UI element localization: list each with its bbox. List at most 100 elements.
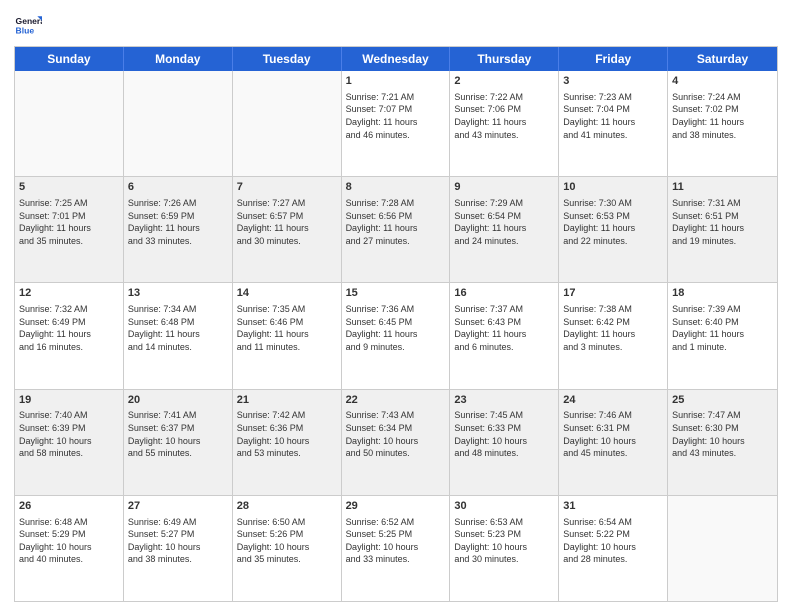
day-number: 29	[346, 499, 446, 514]
cell-info: Sunrise: 7:24 AM Sunset: 7:02 PM Dayligh…	[672, 91, 773, 141]
calendar-row-0: 1 Sunrise: 7:21 AM Sunset: 7:07 PM Daylig…	[15, 71, 777, 177]
calendar-cell: 28 Sunrise: 6:50 AM Sunset: 5:26 PM Dayli…	[233, 496, 342, 601]
calendar: SundayMondayTuesdayWednesdayThursdayFrid…	[14, 46, 778, 602]
day-number: 16	[454, 286, 554, 301]
calendar-cell: 3 Sunrise: 7:23 AM Sunset: 7:04 PM Daylig…	[559, 71, 668, 176]
calendar-cell: 20Sunrise: 7:41 AM Sunset: 6:37 PM Dayli…	[124, 390, 233, 495]
calendar-cell: 24Sunrise: 7:46 AM Sunset: 6:31 PM Dayli…	[559, 390, 668, 495]
day-number: 28	[237, 499, 337, 514]
day-number: 5	[19, 180, 119, 195]
day-number: 3	[563, 74, 663, 89]
day-header-sunday: Sunday	[15, 47, 124, 71]
svg-text:General: General	[16, 16, 42, 26]
cell-info: Sunrise: 7:46 AM Sunset: 6:31 PM Dayligh…	[563, 409, 663, 459]
day-number: 15	[346, 286, 446, 301]
day-number: 2	[454, 74, 554, 89]
day-number: 14	[237, 286, 337, 301]
day-number: 31	[563, 499, 663, 514]
day-header-friday: Friday	[559, 47, 668, 71]
day-number: 19	[19, 393, 119, 408]
day-number: 9	[454, 180, 554, 195]
cell-info: Sunrise: 7:22 AM Sunset: 7:06 PM Dayligh…	[454, 91, 554, 141]
cell-info: Sunrise: 6:52 AM Sunset: 5:25 PM Dayligh…	[346, 516, 446, 566]
cell-info: Sunrise: 7:36 AM Sunset: 6:45 PM Dayligh…	[346, 303, 446, 353]
cell-info: Sunrise: 7:40 AM Sunset: 6:39 PM Dayligh…	[19, 409, 119, 459]
day-number: 25	[672, 393, 773, 408]
day-number: 8	[346, 180, 446, 195]
calendar-cell: 4 Sunrise: 7:24 AM Sunset: 7:02 PM Daylig…	[668, 71, 777, 176]
day-header-saturday: Saturday	[668, 47, 777, 71]
day-number: 10	[563, 180, 663, 195]
calendar-cell: 1 Sunrise: 7:21 AM Sunset: 7:07 PM Daylig…	[342, 71, 451, 176]
page-container: General Blue SundayMondayTuesdayWednesda…	[0, 0, 792, 612]
cell-info: Sunrise: 7:29 AM Sunset: 6:54 PM Dayligh…	[454, 197, 554, 247]
calendar-cell: 9 Sunrise: 7:29 AM Sunset: 6:54 PM Daylig…	[450, 177, 559, 282]
day-header-tuesday: Tuesday	[233, 47, 342, 71]
cell-info: Sunrise: 7:28 AM Sunset: 6:56 PM Dayligh…	[346, 197, 446, 247]
day-number: 23	[454, 393, 554, 408]
calendar-cell: 11Sunrise: 7:31 AM Sunset: 6:51 PM Dayli…	[668, 177, 777, 282]
day-number: 6	[128, 180, 228, 195]
day-number: 7	[237, 180, 337, 195]
calendar-cell: 23Sunrise: 7:45 AM Sunset: 6:33 PM Dayli…	[450, 390, 559, 495]
cell-info: Sunrise: 7:39 AM Sunset: 6:40 PM Dayligh…	[672, 303, 773, 353]
calendar-row-3: 19Sunrise: 7:40 AM Sunset: 6:39 PM Dayli…	[15, 390, 777, 496]
cell-info: Sunrise: 7:47 AM Sunset: 6:30 PM Dayligh…	[672, 409, 773, 459]
calendar-cell: 13Sunrise: 7:34 AM Sunset: 6:48 PM Dayli…	[124, 283, 233, 388]
calendar-cell: 16Sunrise: 7:37 AM Sunset: 6:43 PM Dayli…	[450, 283, 559, 388]
calendar-cell: 27Sunrise: 6:49 AM Sunset: 5:27 PM Dayli…	[124, 496, 233, 601]
cell-info: Sunrise: 7:43 AM Sunset: 6:34 PM Dayligh…	[346, 409, 446, 459]
calendar-cell: 8 Sunrise: 7:28 AM Sunset: 6:56 PM Daylig…	[342, 177, 451, 282]
cell-info: Sunrise: 7:31 AM Sunset: 6:51 PM Dayligh…	[672, 197, 773, 247]
calendar-cell: 6Sunrise: 7:26 AM Sunset: 6:59 PM Daylig…	[124, 177, 233, 282]
cell-info: Sunrise: 6:49 AM Sunset: 5:27 PM Dayligh…	[128, 516, 228, 566]
day-header-wednesday: Wednesday	[342, 47, 451, 71]
cell-info: Sunrise: 7:42 AM Sunset: 6:36 PM Dayligh…	[237, 409, 337, 459]
calendar-cell	[668, 496, 777, 601]
calendar-cell	[233, 71, 342, 176]
calendar-cell: 2 Sunrise: 7:22 AM Sunset: 7:06 PM Daylig…	[450, 71, 559, 176]
calendar-cell: 7Sunrise: 7:27 AM Sunset: 6:57 PM Daylig…	[233, 177, 342, 282]
cell-info: Sunrise: 7:32 AM Sunset: 6:49 PM Dayligh…	[19, 303, 119, 353]
calendar-cell: 14 Sunrise: 7:35 AM Sunset: 6:46 PM Dayli…	[233, 283, 342, 388]
cell-info: Sunrise: 6:50 AM Sunset: 5:26 PM Dayligh…	[237, 516, 337, 566]
calendar-cell: 31Sunrise: 6:54 AM Sunset: 5:22 PM Dayli…	[559, 496, 668, 601]
day-number: 22	[346, 393, 446, 408]
calendar-row-4: 26 Sunrise: 6:48 AM Sunset: 5:29 PM Dayli…	[15, 496, 777, 601]
day-number: 12	[19, 286, 119, 301]
calendar-cell: 5Sunrise: 7:25 AM Sunset: 7:01 PM Daylig…	[15, 177, 124, 282]
day-number: 26	[19, 499, 119, 514]
calendar-cell: 12 Sunrise: 7:32 AM Sunset: 6:49 PM Dayli…	[15, 283, 124, 388]
day-header-thursday: Thursday	[450, 47, 559, 71]
day-number: 18	[672, 286, 773, 301]
cell-info: Sunrise: 7:45 AM Sunset: 6:33 PM Dayligh…	[454, 409, 554, 459]
cell-info: Sunrise: 7:38 AM Sunset: 6:42 PM Dayligh…	[563, 303, 663, 353]
calendar-cell: 18 Sunrise: 7:39 AM Sunset: 6:40 PM Dayli…	[668, 283, 777, 388]
calendar-row-1: 5Sunrise: 7:25 AM Sunset: 7:01 PM Daylig…	[15, 177, 777, 283]
svg-text:Blue: Blue	[16, 25, 35, 35]
logo-icon: General Blue	[14, 10, 42, 38]
cell-info: Sunrise: 7:35 AM Sunset: 6:46 PM Dayligh…	[237, 303, 337, 353]
cell-info: Sunrise: 7:34 AM Sunset: 6:48 PM Dayligh…	[128, 303, 228, 353]
calendar-cell: 21Sunrise: 7:42 AM Sunset: 6:36 PM Dayli…	[233, 390, 342, 495]
day-number: 1	[346, 74, 446, 89]
day-header-monday: Monday	[124, 47, 233, 71]
logo: General Blue	[14, 10, 46, 38]
cell-info: Sunrise: 6:53 AM Sunset: 5:23 PM Dayligh…	[454, 516, 554, 566]
cell-info: Sunrise: 7:21 AM Sunset: 7:07 PM Dayligh…	[346, 91, 446, 141]
calendar-cell: 25Sunrise: 7:47 AM Sunset: 6:30 PM Dayli…	[668, 390, 777, 495]
calendar-cell: 15 Sunrise: 7:36 AM Sunset: 6:45 PM Dayli…	[342, 283, 451, 388]
day-number: 21	[237, 393, 337, 408]
day-number: 17	[563, 286, 663, 301]
calendar-cell	[124, 71, 233, 176]
calendar-cell: 17 Sunrise: 7:38 AM Sunset: 6:42 PM Dayli…	[559, 283, 668, 388]
cell-info: Sunrise: 7:41 AM Sunset: 6:37 PM Dayligh…	[128, 409, 228, 459]
calendar-header: SundayMondayTuesdayWednesdayThursdayFrid…	[15, 47, 777, 71]
day-number: 24	[563, 393, 663, 408]
cell-info: Sunrise: 7:23 AM Sunset: 7:04 PM Dayligh…	[563, 91, 663, 141]
calendar-cell: 30Sunrise: 6:53 AM Sunset: 5:23 PM Dayli…	[450, 496, 559, 601]
cell-info: Sunrise: 7:30 AM Sunset: 6:53 PM Dayligh…	[563, 197, 663, 247]
cell-info: Sunrise: 6:48 AM Sunset: 5:29 PM Dayligh…	[19, 516, 119, 566]
day-number: 4	[672, 74, 773, 89]
calendar-cell: 26 Sunrise: 6:48 AM Sunset: 5:29 PM Dayli…	[15, 496, 124, 601]
